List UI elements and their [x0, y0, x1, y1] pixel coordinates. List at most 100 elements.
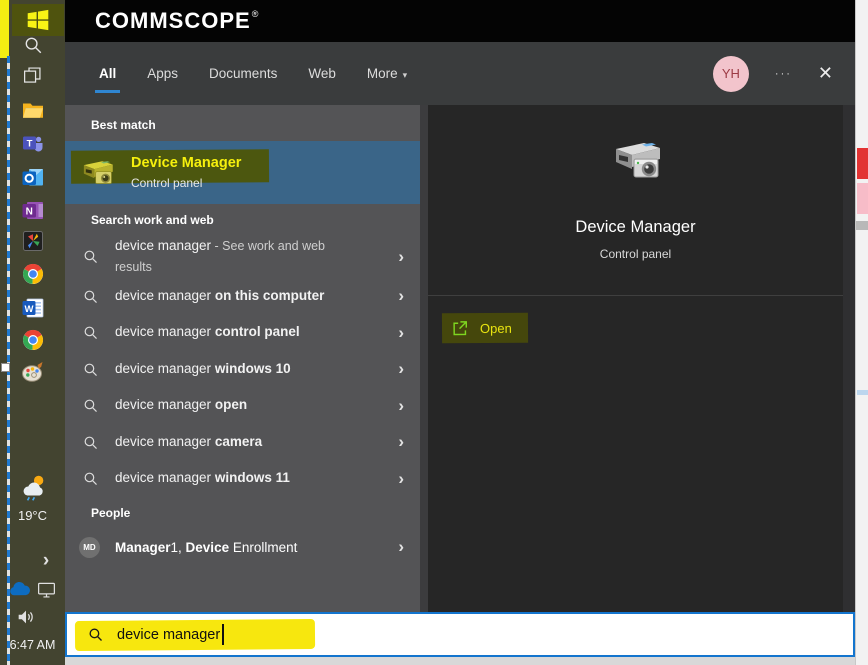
- volume-icon[interactable]: [15, 606, 37, 628]
- word-icon: W: [21, 296, 45, 320]
- chevron-right-icon: ›: [398, 432, 404, 452]
- search-suggestion[interactable]: device manager open ›: [65, 387, 420, 424]
- user-avatar[interactable]: YH: [713, 56, 749, 92]
- best-match-title: Device Manager: [131, 155, 241, 171]
- gray-divider: [856, 221, 868, 230]
- preview-divider: [428, 295, 843, 296]
- chevron-right-icon: ›: [398, 359, 404, 379]
- preview-panel: Device Manager Control panel Open: [428, 105, 843, 612]
- search-suggestion[interactable]: device manager on this computer ›: [65, 278, 420, 315]
- registered-trademark: ®: [252, 9, 259, 19]
- best-match-header: Best match: [65, 109, 420, 141]
- weather-icon: [18, 472, 48, 502]
- person-name: Manager1, Device Enrollment: [115, 540, 297, 555]
- search-icon: [82, 397, 99, 414]
- tab-label: Web: [308, 66, 336, 81]
- chevron-right-icon: ›: [398, 323, 404, 343]
- best-match-subtitle: Control panel: [131, 176, 241, 190]
- chevron-right-icon: ›: [398, 286, 404, 306]
- chevron-right-icon: ›: [398, 247, 404, 267]
- tab-label: All: [99, 66, 116, 81]
- chevron-right-icon: ›: [398, 396, 404, 416]
- search-icon: [82, 288, 99, 305]
- tab-more[interactable]: More▾: [365, 60, 409, 87]
- close-button[interactable]: ✕: [818, 63, 833, 84]
- suggestion-text: device manager control panel: [115, 322, 300, 343]
- tab-label: Documents: [209, 66, 277, 81]
- chevron-down-icon: ▾: [403, 70, 408, 80]
- search-suggestion[interactable]: device manager control panel ›: [65, 314, 420, 351]
- windows-logo-icon: [25, 7, 51, 33]
- svg-text:W: W: [24, 304, 33, 315]
- show-hidden-icons-chevron[interactable]: ›: [34, 550, 58, 572]
- task-view-icon: [22, 65, 43, 86]
- search-suggestion[interactable]: device manager windows 10 ›: [65, 351, 420, 388]
- open-action-button[interactable]: Open: [442, 313, 528, 344]
- bottom-strip: [65, 657, 855, 665]
- open-external-icon: [451, 319, 469, 337]
- suggestion-text: device manager windows 11: [115, 468, 290, 489]
- taskbar-search-button[interactable]: [0, 31, 65, 59]
- overflow-menu-button[interactable]: ···: [775, 68, 792, 80]
- web-section-header: Search work and web: [65, 204, 420, 236]
- search-suggestion[interactable]: device manager - See work and web result…: [65, 236, 420, 278]
- search-icon: [87, 626, 104, 643]
- photos-icon: [21, 229, 45, 253]
- suggestion-text: device manager - See work and web result…: [115, 236, 355, 278]
- search-icon: [82, 324, 99, 341]
- search-icon: [82, 248, 99, 265]
- preview-edge-column: [843, 105, 855, 612]
- svg-text:N: N: [25, 206, 32, 217]
- search-icon: [22, 34, 44, 56]
- screen: TNW 19°C › 6:47 AM COMMSCOPE ® AllAppsDo…: [0, 0, 868, 665]
- open-action-label: Open: [480, 320, 512, 335]
- teams-icon: T: [21, 131, 45, 155]
- search-results-panel: Best match Device Manager Control panel …: [65, 105, 420, 612]
- person-initials-badge: MD: [79, 537, 100, 558]
- search-input-value: device manager: [117, 627, 220, 643]
- best-match-result[interactable]: Device Manager Control panel: [65, 141, 420, 204]
- blue-dashed-annotation-line: [7, 56, 10, 665]
- suggestion-text: device manager on this computer: [115, 286, 324, 307]
- background-window-sliver: [855, 0, 868, 665]
- pink-element: [857, 183, 868, 214]
- chrome-icon: [21, 262, 45, 286]
- search-flyout: All Apps Documents Web More▾ YH ··· ✕ Best m…: [65, 42, 855, 657]
- preview-title: Device Manager: [428, 218, 843, 237]
- search-suggestion[interactable]: device manager camera ›: [65, 424, 420, 461]
- search-suggestion[interactable]: device manager windows 11 ›: [65, 460, 420, 497]
- suggestion-text: device manager windows 10: [115, 359, 291, 380]
- network-icon[interactable]: [36, 578, 57, 601]
- preview-subtitle: Control panel: [428, 247, 843, 261]
- onenote-icon: N: [21, 198, 45, 222]
- device-manager-icon: [75, 151, 119, 195]
- tab-web[interactable]: Web: [306, 60, 338, 87]
- tab-all[interactable]: All: [97, 60, 118, 87]
- chevron-right-icon: ›: [398, 469, 404, 489]
- chrome-2-icon: [21, 328, 45, 352]
- yellow-annotation-sliver: [0, 0, 9, 58]
- search-icon: [82, 470, 99, 487]
- panel-divider: [420, 105, 428, 612]
- red-element: [857, 148, 868, 179]
- suggestion-text: device manager open: [115, 395, 247, 416]
- search-input[interactable]: device manager: [65, 612, 855, 657]
- commscope-logo: COMMSCOPE: [95, 8, 251, 34]
- search-icon: [82, 361, 99, 378]
- onedrive-icon[interactable]: [8, 578, 31, 601]
- search-icon: [82, 434, 99, 451]
- people-list: MDManager1, Device Enrollment›: [65, 529, 420, 566]
- blue-element: [857, 390, 868, 395]
- people-result[interactable]: MDManager1, Device Enrollment›: [65, 529, 420, 566]
- svg-text:T: T: [26, 139, 32, 150]
- suggestion-text: device manager camera: [115, 432, 262, 453]
- tab-apps[interactable]: Apps: [145, 60, 180, 87]
- brand-bar: COMMSCOPE ®: [65, 0, 855, 42]
- tab-label: Apps: [147, 66, 178, 81]
- file-explorer-icon: [21, 98, 45, 122]
- text-caret: [222, 624, 224, 645]
- tab-documents[interactable]: Documents: [207, 60, 279, 87]
- taskbar: TNW 19°C › 6:47 AM: [0, 0, 65, 665]
- suggestion-list: device manager - See work and web result…: [65, 236, 420, 497]
- search-filter-tabbar: All Apps Documents Web More▾ YH ··· ✕: [65, 42, 855, 105]
